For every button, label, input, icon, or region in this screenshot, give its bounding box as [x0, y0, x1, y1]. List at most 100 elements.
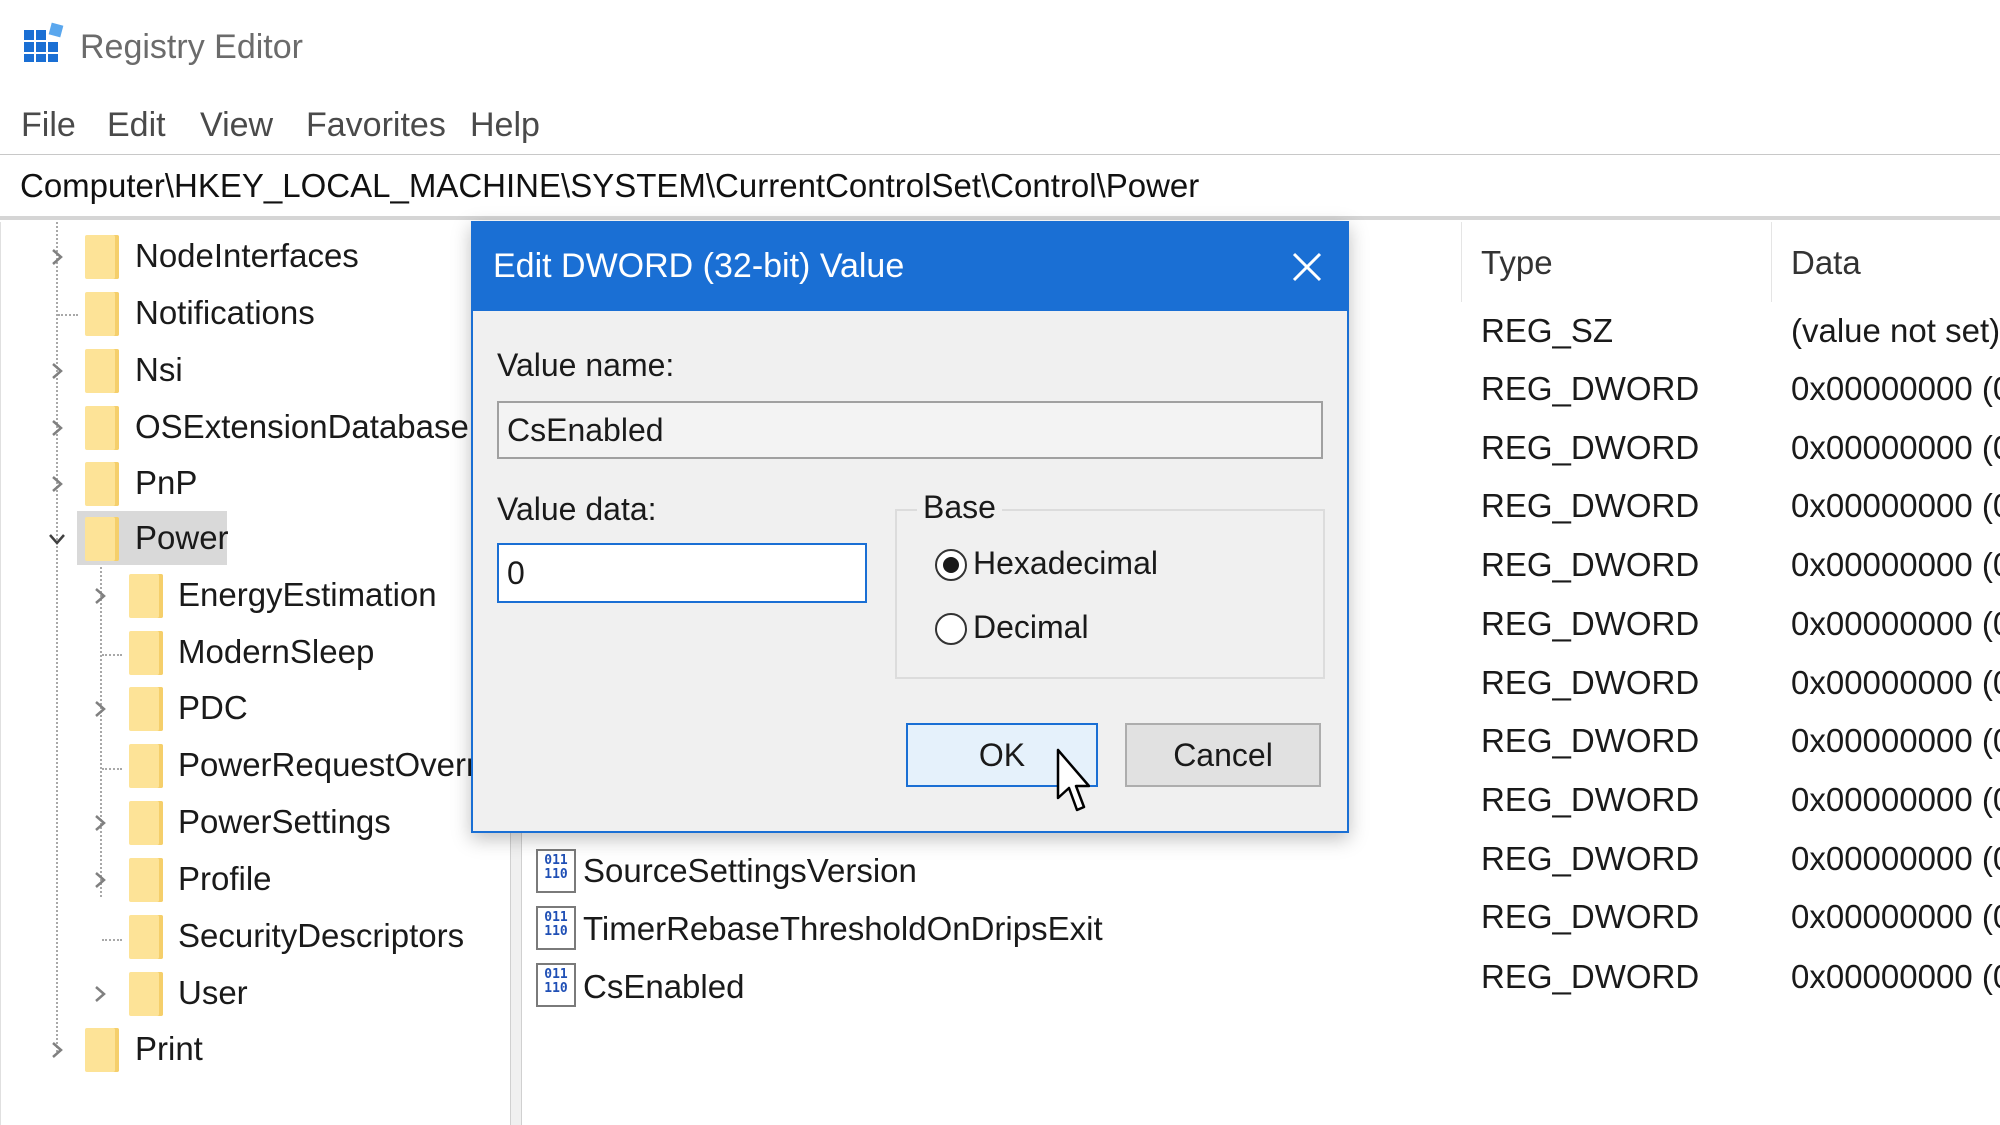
radio-label[interactable]: Hexadecimal	[973, 545, 1158, 582]
tree-item-label: PowerSettings	[178, 803, 391, 840]
tree-item-user[interactable]: User	[1, 969, 501, 1019]
tree-item-osextensiondatabase[interactable]: OSExtensionDatabase	[1, 403, 501, 453]
tree-item-print[interactable]: Print	[1, 1025, 501, 1075]
tree-item-label: PowerRequestOverr	[178, 746, 477, 783]
chevron-right-icon[interactable]	[85, 798, 115, 848]
tree-item-securitydescriptors[interactable]: SecurityDescriptors	[1, 912, 501, 962]
value-type: REG_DWORD	[1481, 370, 1700, 407]
menu-bar: File Edit View Favorites Help	[0, 100, 2000, 152]
value-data: 0x00000000 (0)	[1791, 840, 2000, 877]
dialog-title-bar[interactable]: Edit DWORD (32-bit) Value	[473, 223, 1347, 311]
value-name: CsEnabled	[583, 968, 745, 1005]
tree-item-modernsleep[interactable]: ModernSleep	[1, 628, 501, 678]
value-name: SourceSettingsVersion	[583, 852, 917, 889]
value-data-input[interactable]: 0	[497, 543, 867, 603]
mouse-cursor-icon	[1056, 748, 1090, 812]
folder-icon	[129, 801, 163, 845]
folder-icon	[129, 631, 163, 675]
tree-item-pdc[interactable]: PDC	[1, 684, 501, 734]
chevron-right-icon[interactable]	[42, 232, 72, 282]
value-type: REG_SZ	[1481, 312, 1614, 349]
chevron-right-icon[interactable]	[42, 1025, 72, 1075]
menu-edit[interactable]: Edit	[107, 106, 166, 145]
address-bar[interactable]: Computer\HKEY_LOCAL_MACHINE\SYSTEM\Curre…	[0, 154, 2000, 220]
tree-item-power[interactable]: Power	[1, 514, 501, 564]
tree-item-label: NodeInterfaces	[135, 237, 359, 274]
chevron-right-icon[interactable]	[42, 346, 72, 396]
value-data: 0x00000000 (0)	[1791, 487, 2000, 524]
value-data: 0x00000000 (0)	[1791, 958, 2000, 995]
chevron-right-icon[interactable]	[85, 684, 115, 734]
reg-dword-icon: 011 110	[536, 849, 576, 893]
tree-item-label: Profile	[178, 860, 272, 897]
value-name-field: CsEnabled	[497, 401, 1323, 459]
tree-item-nsi[interactable]: Nsi	[1, 346, 501, 396]
folder-icon	[129, 858, 163, 902]
tree-item-notifications[interactable]: Notifications	[1, 289, 501, 339]
folder-icon	[85, 349, 119, 393]
value-type: REG_DWORD	[1481, 429, 1700, 466]
value-type: REG_DWORD	[1481, 781, 1700, 818]
dialog-title: Edit DWORD (32-bit) Value	[493, 247, 905, 285]
column-divider[interactable]	[1461, 222, 1462, 302]
tree-item-label: PDC	[178, 689, 248, 726]
key-tree: NodeInterfaces Notifications Nsi OSExten…	[0, 222, 510, 1125]
folder-icon	[129, 687, 163, 731]
radio-label[interactable]: Decimal	[973, 609, 1089, 646]
folder-icon	[129, 915, 163, 959]
folder-icon	[129, 744, 163, 788]
window-title: Registry Editor	[80, 28, 303, 66]
chevron-right-icon[interactable]	[85, 855, 115, 905]
base-label: Base	[917, 489, 1002, 526]
chevron-right-icon[interactable]	[85, 571, 115, 621]
tree-item-label: ModernSleep	[178, 633, 375, 670]
tree-item-powersettings[interactable]: PowerSettings	[1, 798, 501, 848]
value-data: 0x00000000 (0)	[1791, 429, 2000, 466]
column-header-type[interactable]: Type	[1481, 244, 1553, 282]
chevron-right-icon[interactable]	[42, 459, 72, 509]
value-type: REG_DWORD	[1481, 898, 1700, 935]
tree-item-label: Notifications	[135, 294, 315, 331]
registry-editor-icon	[24, 22, 64, 62]
radio-button[interactable]	[935, 613, 967, 645]
chevron-right-icon[interactable]	[42, 403, 72, 453]
value-type: REG_DWORD	[1481, 605, 1700, 642]
tree-item-pnp[interactable]: PnP	[1, 459, 501, 509]
folder-icon	[85, 235, 119, 279]
tree-item-powerrequestoverride[interactable]: PowerRequestOverr	[1, 741, 501, 791]
tree-item-label: User	[178, 974, 248, 1011]
menu-view[interactable]: View	[200, 106, 273, 145]
value-name-label: Value name:	[497, 347, 675, 383]
chevron-down-icon[interactable]	[42, 514, 72, 564]
value-type: REG_DWORD	[1481, 840, 1700, 877]
tree-item-label: PnP	[135, 464, 198, 501]
folder-icon	[85, 1028, 119, 1072]
value-data: (value not set)	[1791, 312, 2000, 349]
value-name: TimerRebaseThresholdOnDripsExit	[583, 910, 1103, 947]
menu-file[interactable]: File	[21, 106, 76, 145]
reg-dword-icon: 011 110	[536, 906, 576, 950]
radio-button-checked[interactable]	[935, 549, 967, 581]
tree-item-nodeinterfaces[interactable]: NodeInterfaces	[1, 232, 501, 282]
column-header-data[interactable]: Data	[1791, 244, 1861, 282]
tree-item-label: Nsi	[135, 351, 183, 388]
address-path[interactable]: Computer\HKEY_LOCAL_MACHINE\SYSTEM\Curre…	[20, 167, 1199, 205]
tree-item-energyestimation[interactable]: EnergyEstimation	[1, 571, 501, 621]
menu-favorites[interactable]: Favorites	[306, 106, 446, 145]
value-data: 0x00000000 (0)	[1791, 664, 2000, 701]
menu-help[interactable]: Help	[470, 106, 540, 145]
value-type: REG_DWORD	[1481, 722, 1700, 759]
value-data: 0x00000000 (0)	[1791, 781, 2000, 818]
chevron-right-icon[interactable]	[85, 969, 115, 1019]
value-type: REG_DWORD	[1481, 487, 1700, 524]
tree-item-profile[interactable]: Profile	[1, 855, 501, 905]
tree-item-label: SecurityDescriptors	[178, 917, 465, 954]
column-divider[interactable]	[1771, 222, 1772, 302]
value-type: REG_DWORD	[1481, 546, 1700, 583]
edit-dword-dialog: Edit DWORD (32-bit) Value Value name: Cs…	[471, 221, 1349, 833]
close-button[interactable]	[1267, 223, 1347, 311]
folder-icon	[85, 462, 119, 506]
cancel-button[interactable]: Cancel	[1125, 723, 1321, 787]
value-data: 0x00000000 (0)	[1791, 370, 2000, 407]
tree-item-label: OSExtensionDatabase	[135, 408, 469, 445]
